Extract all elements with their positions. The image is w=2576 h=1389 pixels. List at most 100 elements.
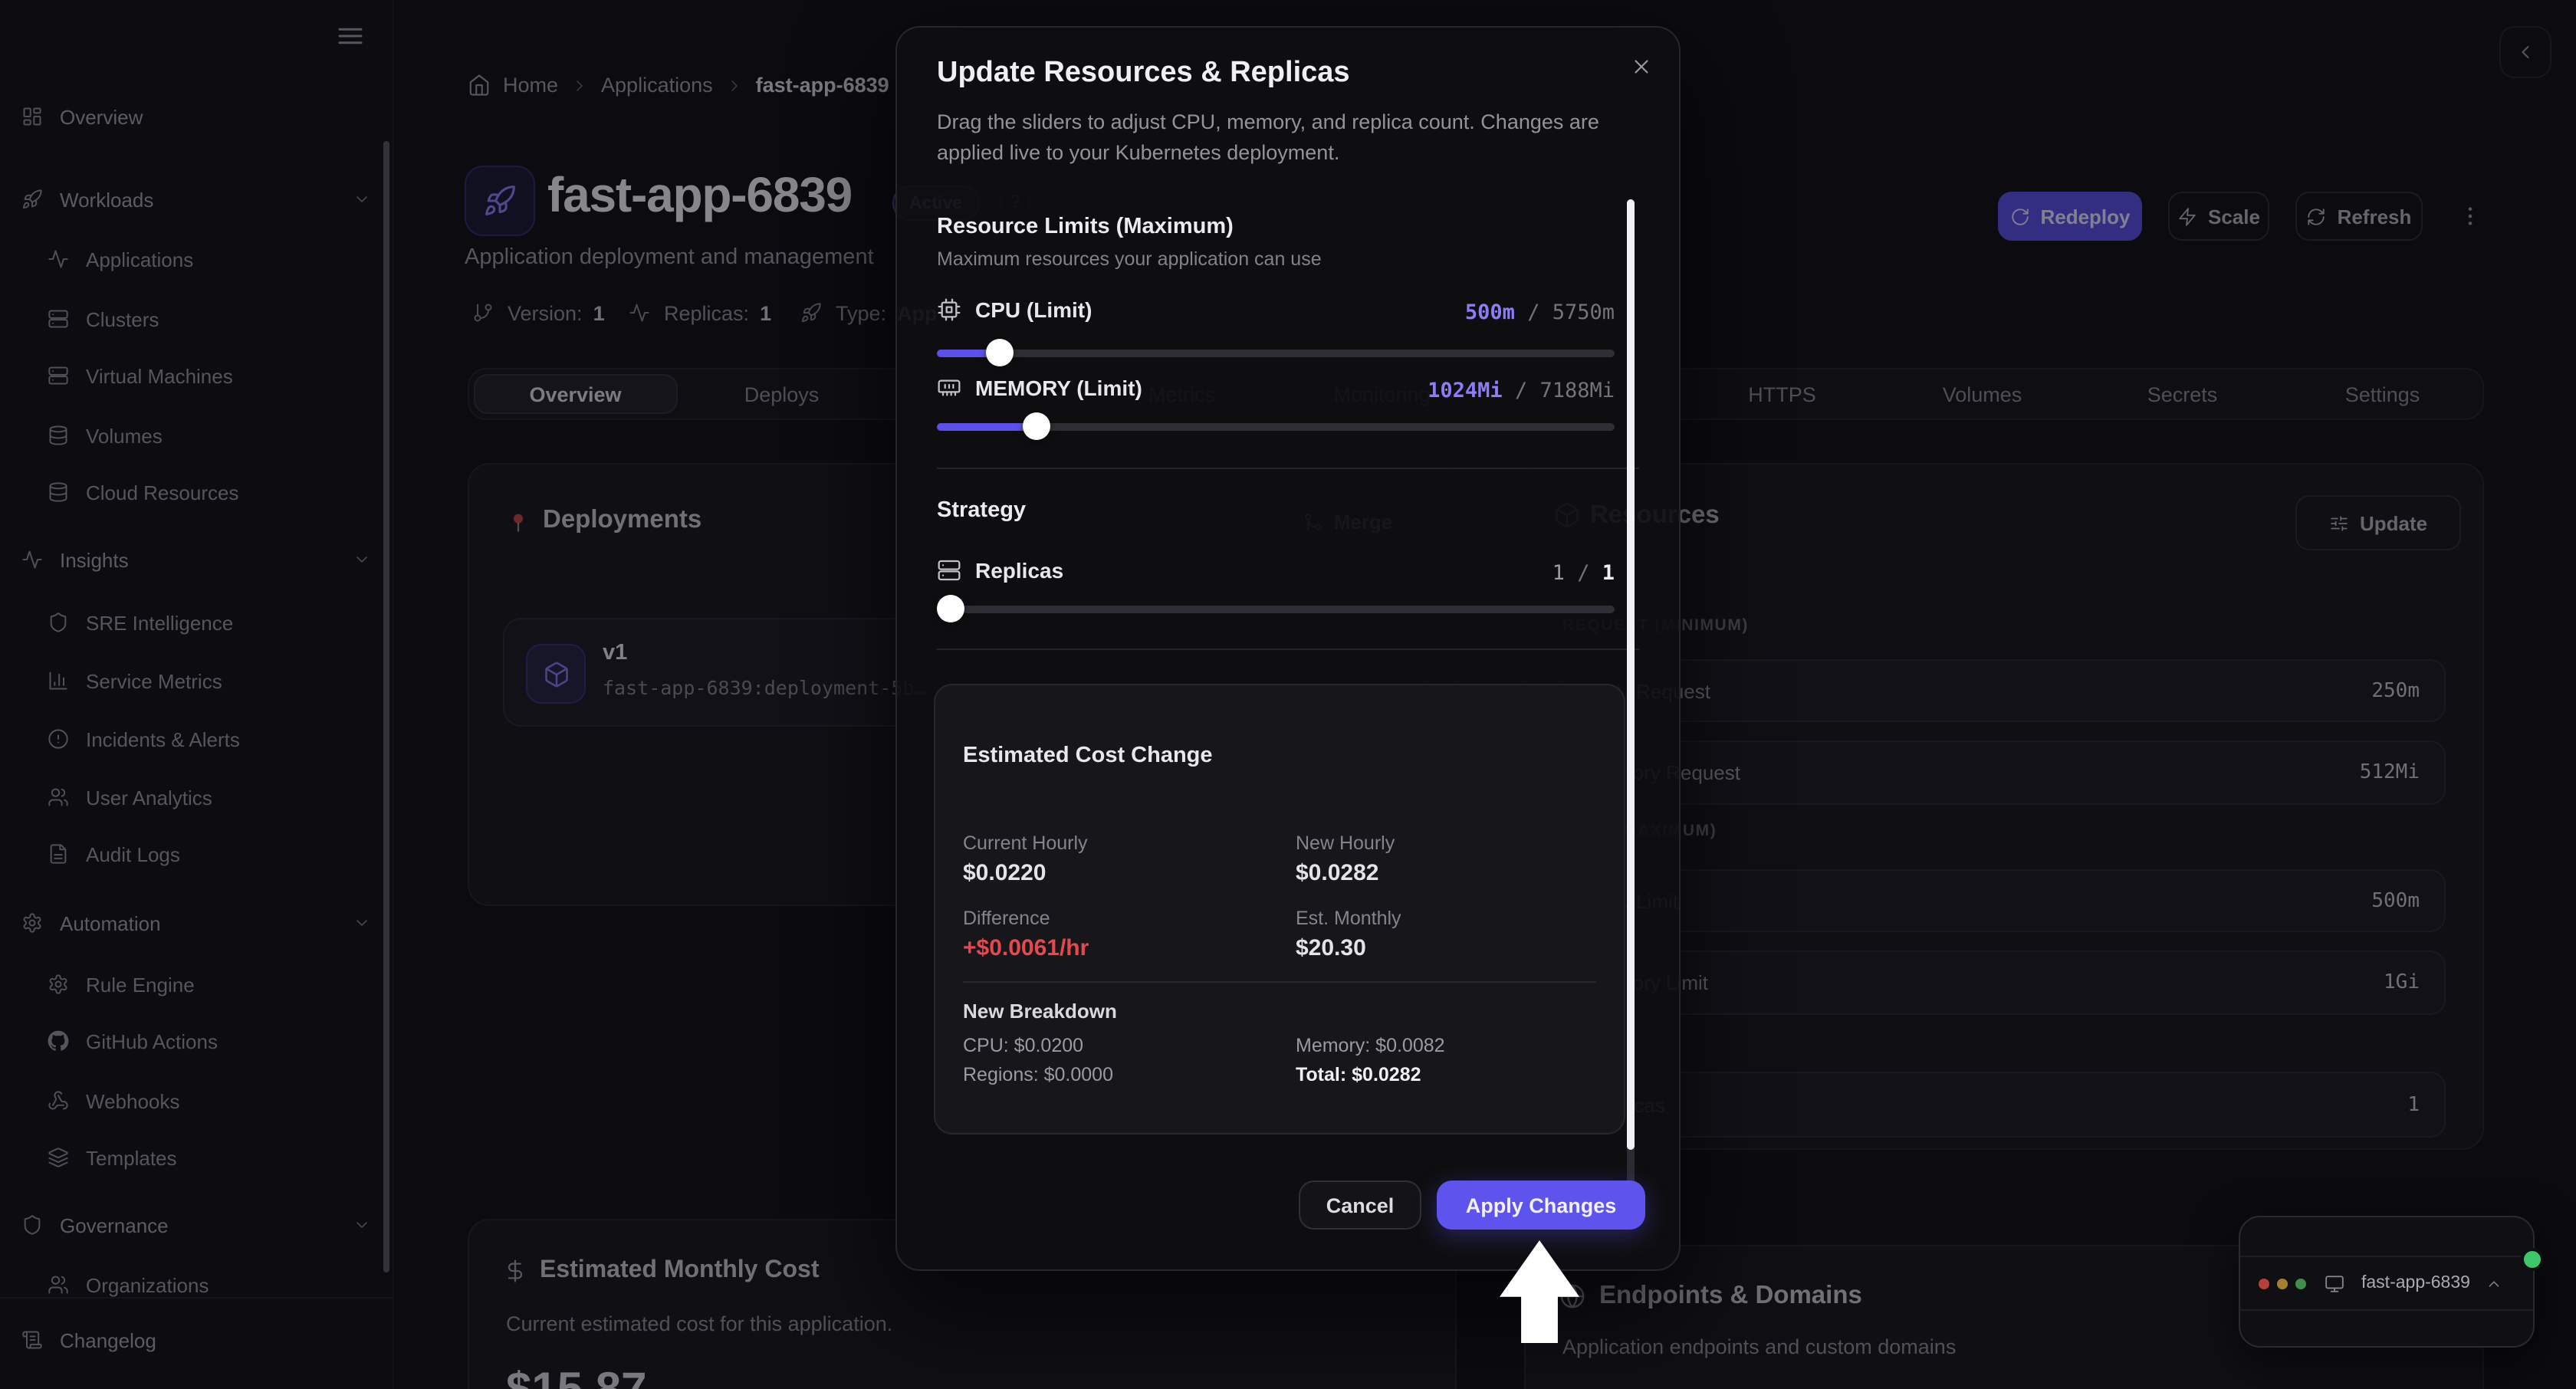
cpu-slider-thumb[interactable] xyxy=(986,339,1014,366)
activity-icon xyxy=(48,248,69,270)
sidebar-item-virtual-machines[interactable]: Virtual Machines xyxy=(21,356,371,396)
cancel-button[interactable]: Cancel xyxy=(1299,1180,1421,1230)
sidebar-item-overview[interactable]: Overview xyxy=(21,97,371,136)
tab-overview[interactable]: Overview xyxy=(474,374,677,414)
sidebar-item-applications[interactable]: Applications xyxy=(21,239,371,279)
tab-https[interactable]: HTTPS xyxy=(1682,369,1882,419)
sidebar-item-audit-logs[interactable]: Audit Logs xyxy=(21,834,371,874)
tab-secrets[interactable]: Secrets xyxy=(2082,369,2282,419)
breadcrumb-home[interactable]: Home xyxy=(503,74,558,97)
close-button[interactable] xyxy=(1624,49,1658,83)
sidebar-item-github-actions[interactable]: GitHub Actions xyxy=(21,1021,371,1061)
tab-deploys[interactable]: Deploys xyxy=(682,369,882,419)
cost-change-heading: Estimated Cost Change xyxy=(963,744,1213,768)
cpu-icon xyxy=(937,297,961,322)
memory-icon xyxy=(937,376,961,400)
breakdown-total: Total: $0.0282 xyxy=(1296,1064,1421,1085)
collapse-panel-button[interactable] xyxy=(2499,26,2551,78)
dashboard-icon xyxy=(21,106,43,127)
more-vertical-icon xyxy=(2458,204,2482,228)
memory-slider-thumb[interactable] xyxy=(1023,412,1050,440)
gear-icon xyxy=(48,974,69,995)
sidebar: Overview Workloads Applications Clusters… xyxy=(0,0,394,1389)
apply-changes-button[interactable]: Apply Changes xyxy=(1437,1180,1645,1230)
traffic-light-minimize[interactable] xyxy=(2277,1278,2288,1289)
refresh-button[interactable]: Refresh xyxy=(2295,192,2423,241)
tab-volumes[interactable]: Volumes xyxy=(1882,369,2082,419)
chevron-left-icon xyxy=(2515,41,2536,63)
screen: Overview Workloads Applications Clusters… xyxy=(0,0,2576,1389)
memory-limit-row: Memory Limit 1Gi xyxy=(1562,951,2446,1015)
page-title: fast-app-6839 xyxy=(547,167,852,224)
pushpin-icon xyxy=(506,511,531,535)
sidebar-item-governance[interactable]: Governance xyxy=(21,1205,371,1245)
replicas-slider-thumb[interactable] xyxy=(937,595,964,622)
sidebar-item-volumes[interactable]: Volumes xyxy=(21,415,371,455)
sidebar-scrollbar[interactable] xyxy=(383,141,389,1272)
git-branch-icon xyxy=(472,302,494,323)
divider xyxy=(937,649,1639,650)
replicas-slider-track[interactable] xyxy=(937,605,1615,612)
sidebar-item-sre-intelligence[interactable]: SRE Intelligence xyxy=(21,603,371,642)
replicas-slider[interactable] xyxy=(937,595,1615,622)
floating-window-titlebar[interactable]: fast-app-6839 xyxy=(2240,1257,2533,1311)
rocket-icon xyxy=(800,302,822,323)
chevron-up-icon[interactable] xyxy=(2486,1275,2502,1292)
endpoints-subtitle: Application endpoints and custom domains xyxy=(1562,1335,1956,1358)
est-monthly-value: $20.30 xyxy=(1296,935,1366,961)
sidebar-item-rule-engine[interactable]: Rule Engine xyxy=(21,964,371,1004)
more-menu-button[interactable] xyxy=(2447,192,2493,241)
sidebar-item-user-analytics[interactable]: User Analytics xyxy=(21,777,371,817)
memory-slider-fill xyxy=(937,422,1037,430)
scroll-icon xyxy=(21,1329,43,1351)
cpu-slider-track[interactable] xyxy=(937,349,1615,356)
difference-value: +$0.0061/hr xyxy=(963,935,1089,961)
app-avatar xyxy=(465,166,535,236)
monitor-icon xyxy=(2325,1273,2344,1293)
gear-icon xyxy=(21,912,43,934)
shield-icon xyxy=(48,612,69,633)
breadcrumb-applications[interactable]: Applications xyxy=(601,74,713,97)
sidebar-item-workloads[interactable]: Workloads xyxy=(21,179,371,219)
webhook-icon xyxy=(48,1090,69,1112)
modal-scrollbar-thumb[interactable] xyxy=(1627,199,1635,1150)
sidebar-item-changelog[interactable]: Changelog xyxy=(21,1320,371,1360)
sidebar-item-insights[interactable]: Insights xyxy=(21,540,371,580)
current-hourly-label: Current Hourly xyxy=(963,832,1088,854)
update-resources-button[interactable]: Update xyxy=(2295,495,2461,550)
cpu-slider[interactable] xyxy=(937,339,1615,366)
floating-window-title: fast-app-6839 xyxy=(2361,1274,2470,1292)
update-resources-modal: Update Resources & Replicas Drag the sli… xyxy=(895,26,1681,1271)
traffic-light-close[interactable] xyxy=(2259,1278,2269,1289)
activity-icon xyxy=(629,302,650,323)
github-icon xyxy=(48,1030,69,1052)
sidebar-item-service-metrics[interactable]: Service Metrics xyxy=(21,661,371,701)
meta-replicas: Replicas: 1 xyxy=(629,300,771,325)
cpu-limit-row: CPU Limit 500m xyxy=(1562,869,2446,932)
database-icon xyxy=(48,425,69,446)
file-text-icon xyxy=(48,843,69,865)
memory-limit-label: MEMORY (Limit) xyxy=(937,376,1142,400)
traffic-light-maximize[interactable] xyxy=(2295,1278,2306,1289)
rocket-icon xyxy=(21,189,43,210)
deployments-title: Deployments xyxy=(543,506,702,535)
sidebar-item-automation[interactable]: Automation xyxy=(21,903,371,943)
sidebar-item-incidents-alerts[interactable]: Incidents & Alerts xyxy=(21,719,371,759)
package-icon xyxy=(526,644,586,704)
sidebar-item-clusters[interactable]: Clusters xyxy=(21,299,371,339)
users-icon xyxy=(48,786,69,808)
breakdown-heading: New Breakdown xyxy=(963,1000,1117,1023)
floating-app-window[interactable]: fast-app-6839 xyxy=(2239,1216,2535,1348)
redeploy-button[interactable]: Redeploy xyxy=(1998,192,2142,241)
sidebar-item-templates[interactable]: Templates xyxy=(21,1138,371,1177)
close-icon xyxy=(1629,54,1652,77)
sidebar-item-cloud-resources[interactable]: Cloud Resources xyxy=(21,472,371,512)
difference-label: Difference xyxy=(963,908,1050,929)
tab-settings[interactable]: Settings xyxy=(2282,369,2482,419)
menu-toggle-button[interactable] xyxy=(334,20,366,52)
scale-button[interactable]: Scale xyxy=(2168,192,2269,241)
memory-slider[interactable] xyxy=(937,412,1615,440)
home-icon[interactable] xyxy=(468,74,491,97)
sidebar-item-webhooks[interactable]: Webhooks xyxy=(21,1081,371,1121)
breakdown-regions: Regions: $0.0000 xyxy=(963,1064,1113,1085)
